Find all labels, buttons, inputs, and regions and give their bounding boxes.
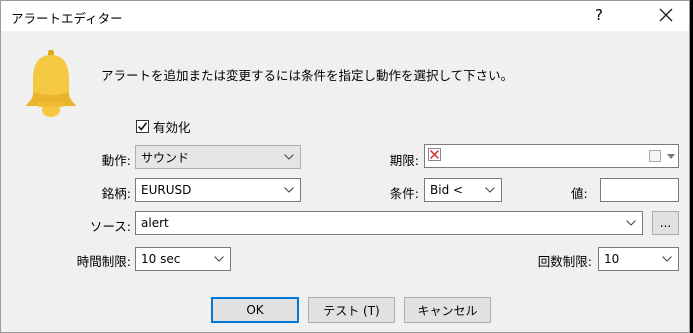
window-title: アラートエディター	[11, 11, 123, 26]
title-bar: アラートエディター ?	[1, 1, 689, 31]
calendar-icon[interactable]	[648, 149, 662, 163]
checkbox-box[interactable]	[136, 119, 149, 133]
calendar-dropdown-icon[interactable]	[664, 145, 678, 167]
checkmark-icon	[137, 121, 148, 131]
timeout-select[interactable]: 10 sec	[135, 247, 231, 271]
symbol-value: EURUSD	[141, 183, 192, 197]
chevron-down-icon	[278, 179, 300, 201]
condition-select[interactable]: Bid <	[424, 178, 502, 202]
condition-label: 条件:	[389, 186, 419, 201]
action-select[interactable]: サウンド	[135, 145, 301, 169]
close-button[interactable]	[651, 4, 681, 28]
symbol-select[interactable]: EURUSD	[135, 178, 301, 202]
unchecked-x-icon	[428, 148, 441, 161]
alert-editor-dialog: アラートエディター ? アラートを追加または変更するには条件を指定し動作を選択し…	[0, 0, 690, 333]
value-label: 値:	[571, 186, 588, 201]
action-label: 動作:	[101, 153, 131, 168]
enabled-checkbox[interactable]: 有効化	[136, 118, 191, 135]
chevron-down-icon	[656, 248, 678, 270]
bell-icon	[26, 50, 76, 117]
chevron-down-icon	[479, 179, 501, 201]
action-value: サウンド	[141, 150, 190, 165]
close-icon	[659, 8, 673, 22]
help-button[interactable]: ?	[595, 6, 603, 24]
chevron-down-icon	[278, 146, 300, 168]
source-value: alert	[141, 216, 169, 230]
value-input[interactable]	[600, 178, 679, 202]
source-select[interactable]: alert	[135, 211, 643, 235]
max-iterations-value: 10	[604, 252, 620, 266]
timeout-label: 時間制限:	[76, 254, 131, 269]
ok-button[interactable]: OK	[211, 297, 299, 323]
instruction-text: アラートを追加または変更するには条件を指定し動作を選択して下さい。	[101, 68, 514, 83]
expiry-date-picker[interactable]	[424, 144, 679, 168]
expiry-label: 期限:	[389, 153, 419, 168]
cancel-button[interactable]: キャンセル	[404, 297, 491, 323]
test-button[interactable]: テスト (T)	[308, 297, 395, 323]
enabled-label: 有効化	[153, 119, 191, 135]
max-iterations-label: 回数制限:	[537, 254, 592, 269]
symbol-label: 銘柄:	[101, 186, 131, 201]
max-iterations-select[interactable]: 10	[598, 247, 679, 271]
timeout-value: 10 sec	[141, 252, 181, 266]
expiry-checkbox[interactable]	[428, 148, 648, 164]
browse-button[interactable]: ...	[652, 211, 679, 235]
source-label: ソース:	[89, 219, 131, 234]
chevron-down-icon	[208, 248, 230, 270]
chevron-down-icon	[620, 212, 642, 234]
condition-value: Bid <	[430, 183, 464, 197]
